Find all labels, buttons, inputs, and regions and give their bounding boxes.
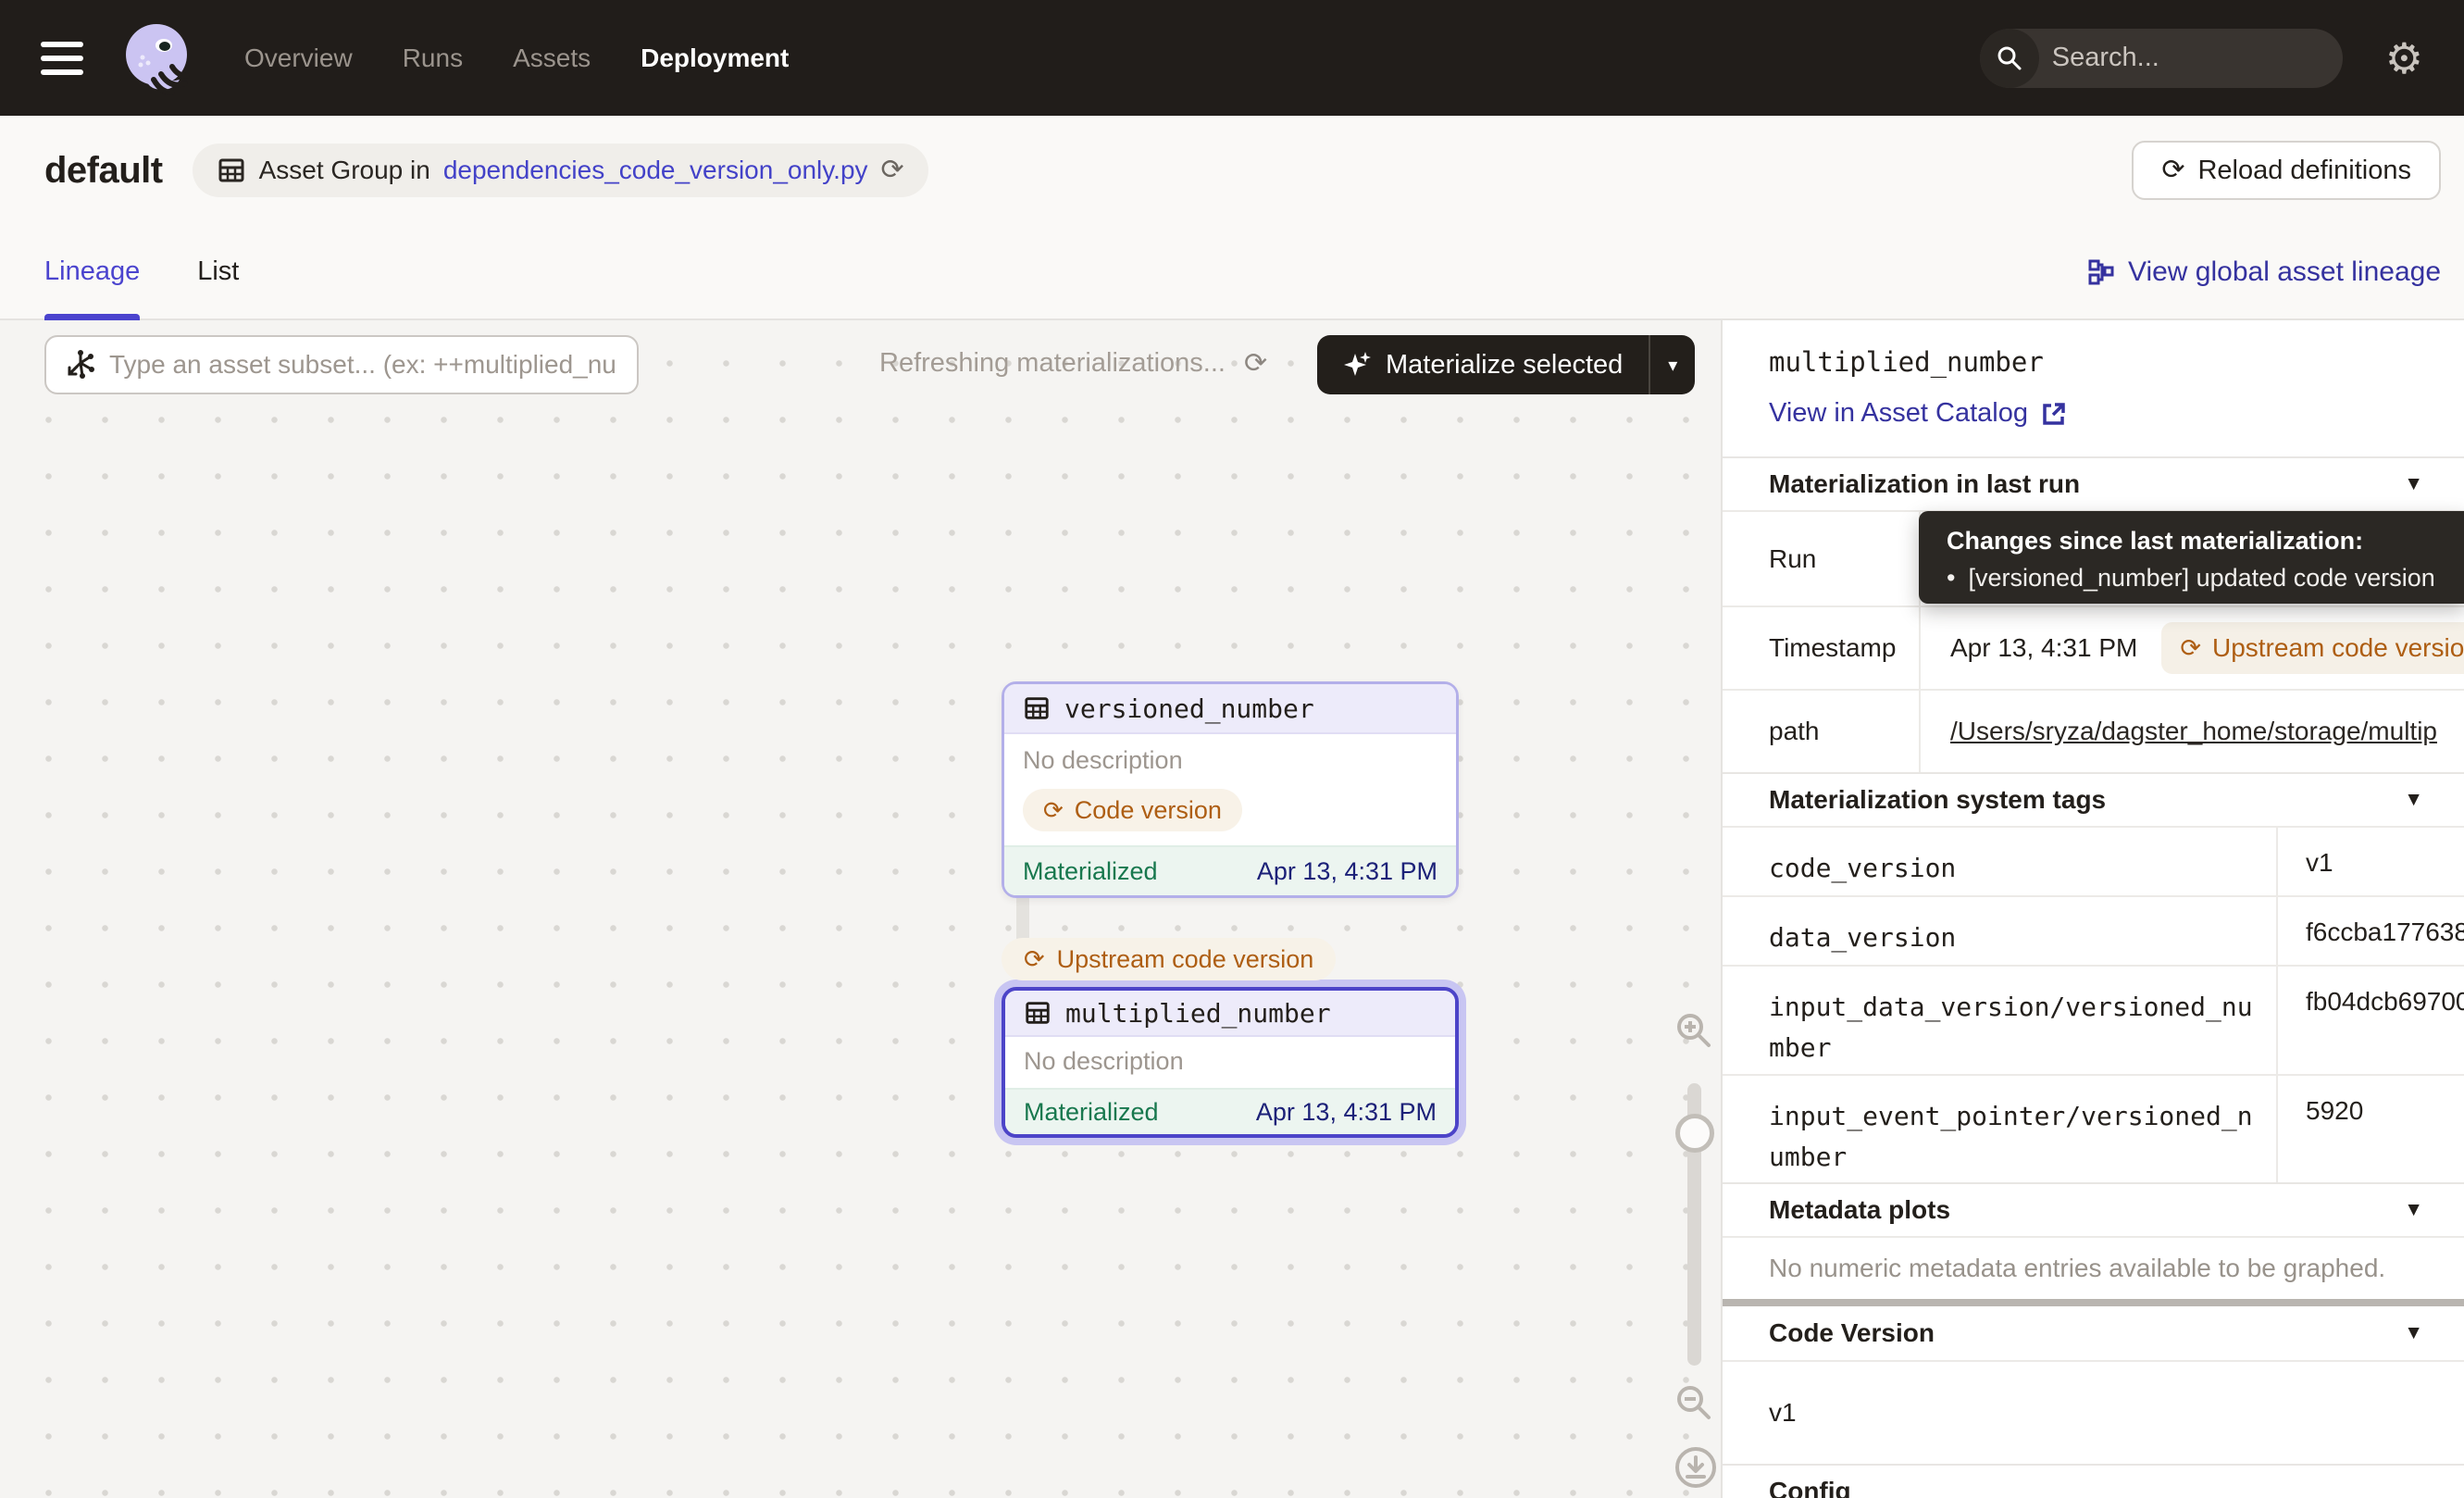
tab-lineage[interactable]: Lineage: [44, 225, 140, 318]
top-nav: Overview Runs Assets Deployment / ⚙: [0, 0, 2464, 116]
asset-selection-icon: [65, 349, 96, 381]
chevron-down-icon: ▼: [2404, 1199, 2423, 1221]
changes-tooltip: Changes since last materialization: • [v…: [1919, 511, 2464, 604]
table-grid-icon: [1024, 999, 1052, 1027]
asset-details-sidebar: multiplied_number View in Asset Catalog …: [1721, 320, 2464, 1498]
asset-node-multiplied-number[interactable]: multiplied_number No description Materia…: [1002, 987, 1459, 1138]
code-version-change-icon: ⟳: [1043, 798, 1064, 822]
code-version-change-icon: ⟳: [2180, 636, 2201, 661]
refresh-icon[interactable]: ⟳: [881, 156, 904, 184]
asset-group-pill: Asset Group in dependencies_code_version…: [193, 144, 928, 197]
hamburger-menu-icon[interactable]: [41, 42, 83, 75]
search-icon: [1980, 29, 2039, 88]
chevron-down-icon: ▼: [2404, 1322, 2423, 1344]
code-version-tag: ⟳ Code version: [1023, 789, 1242, 831]
materialize-dropdown-caret[interactable]: ▾: [1650, 335, 1695, 394]
asset-node-versioned-number[interactable]: versioned_number No description ⟳ Code v…: [1002, 681, 1459, 898]
lineage-graph-icon: [2087, 258, 2115, 286]
page-header: default Asset Group in dependencies_code…: [0, 116, 2464, 225]
search-input[interactable]: [2039, 43, 2343, 73]
primary-nav: Overview Runs Assets Deployment: [244, 44, 789, 73]
view-global-lineage-link[interactable]: View global asset lineage: [2087, 256, 2441, 288]
path-link[interactable]: /Users/sryza/dagster_home/storage/multip: [1950, 717, 2437, 746]
section-header-code-version[interactable]: Code Version ▼: [1723, 1306, 2464, 1360]
row-input-data-version: input_data_version/versioned_number fb04…: [1723, 965, 2464, 1074]
materialize-selected-button[interactable]: Materialize selected ▾: [1317, 335, 1695, 394]
row-input-event-pointer: input_event_pointer/versioned_number 592…: [1723, 1074, 2464, 1182]
code-version-change-icon: ⟳: [1024, 947, 1045, 972]
view-in-asset-catalog-link[interactable]: View in Asset Catalog: [1769, 398, 2418, 429]
dagster-logo[interactable]: [120, 20, 196, 96]
refresh-status: Refreshing materializations... ⟳: [879, 348, 1267, 379]
zoom-slider-handle[interactable]: [1675, 1114, 1714, 1153]
asset-description: No description: [1023, 746, 1437, 775]
panel-resize-handle[interactable]: [1723, 1299, 2464, 1306]
tooltip-change-item: [versioned_number] updated code version: [1968, 564, 2434, 593]
asset-subset-filter[interactable]: [44, 335, 639, 394]
asset-subset-input[interactable]: [109, 350, 618, 380]
reload-definitions-button[interactable]: ⟳ Reload definitions: [2132, 141, 2441, 200]
materialized-status: Materialized: [1024, 1098, 1159, 1127]
chevron-down-icon: ▼: [2404, 789, 2423, 811]
upstream-code-version-tag: ⟳ Upstream code version: [2161, 622, 2464, 674]
reload-icon: ⟳: [2161, 156, 2184, 184]
tooltip-title: Changes since last materialization:: [1947, 527, 2464, 556]
tab-bar: Lineage List View global asset lineage: [0, 225, 2464, 320]
sparkle-icon: [1343, 350, 1373, 380]
tab-list[interactable]: List: [197, 225, 239, 318]
materialized-timestamp[interactable]: Apr 13, 4:31 PM: [1256, 1098, 1437, 1127]
section-header-metadata-plots[interactable]: Metadata plots ▼: [1723, 1182, 2464, 1236]
section-header-last-run[interactable]: Materialization in last run ▼: [1723, 456, 2464, 510]
asset-name: versioned_number: [1064, 693, 1314, 724]
asset-group-file-link[interactable]: dependencies_code_version_only.py: [443, 156, 868, 185]
section-header-system-tags[interactable]: Materialization system tags ▼: [1723, 772, 2464, 826]
row-path: path /Users/sryza/dagster_home/storage/m…: [1723, 689, 2464, 772]
table-grid-icon: [217, 156, 246, 185]
zoom-out-icon[interactable]: [1674, 1382, 1714, 1423]
asset-description: No description: [1024, 1047, 1437, 1076]
page-title: default: [44, 150, 163, 192]
asset-name: multiplied_number: [1065, 998, 1331, 1029]
row-timestamp: Timestamp Apr 13, 4:31 PM ⟳ Upstream cod…: [1723, 605, 2464, 689]
nav-item-runs[interactable]: Runs: [403, 44, 463, 73]
dagster-octopus-icon: [120, 20, 196, 96]
refresh-spinner-icon[interactable]: ⟳: [1244, 350, 1267, 378]
code-version-value: v1: [1723, 1360, 2464, 1464]
chevron-down-icon: ▼: [2404, 473, 2423, 495]
asset-group-label: Asset Group in: [259, 156, 430, 185]
materialized-timestamp[interactable]: Apr 13, 4:31 PM: [1257, 857, 1437, 886]
global-search[interactable]: /: [1980, 29, 2343, 88]
bullet: •: [1947, 564, 1955, 593]
download-view-icon[interactable]: [1674, 1445, 1718, 1490]
nav-item-deployment[interactable]: Deployment: [641, 44, 789, 73]
metadata-plots-empty-message: No numeric metadata entries available to…: [1723, 1236, 2464, 1299]
timestamp-value[interactable]: Apr 13, 4:31 PM: [1950, 633, 2137, 663]
section-header-config[interactable]: Config: [1723, 1464, 2464, 1498]
upstream-code-version-tag: ⟳ Upstream code version: [1002, 938, 1336, 980]
zoom-in-icon[interactable]: [1674, 1010, 1714, 1051]
settings-gear-icon[interactable]: ⚙: [2385, 37, 2423, 80]
table-grid-icon: [1023, 694, 1051, 722]
sidebar-asset-title: multiplied_number: [1769, 346, 2418, 378]
asset-graph-canvas[interactable]: Refreshing materializations... ⟳ Materia…: [0, 320, 1721, 1498]
materialized-status: Materialized: [1023, 857, 1158, 886]
nav-item-assets[interactable]: Assets: [513, 44, 591, 73]
row-code-version: code_version v1: [1723, 826, 2464, 895]
row-data-version: data_version f6ccba177638: [1723, 895, 2464, 965]
external-link-icon: [2041, 401, 2067, 427]
nav-item-overview[interactable]: Overview: [244, 44, 353, 73]
